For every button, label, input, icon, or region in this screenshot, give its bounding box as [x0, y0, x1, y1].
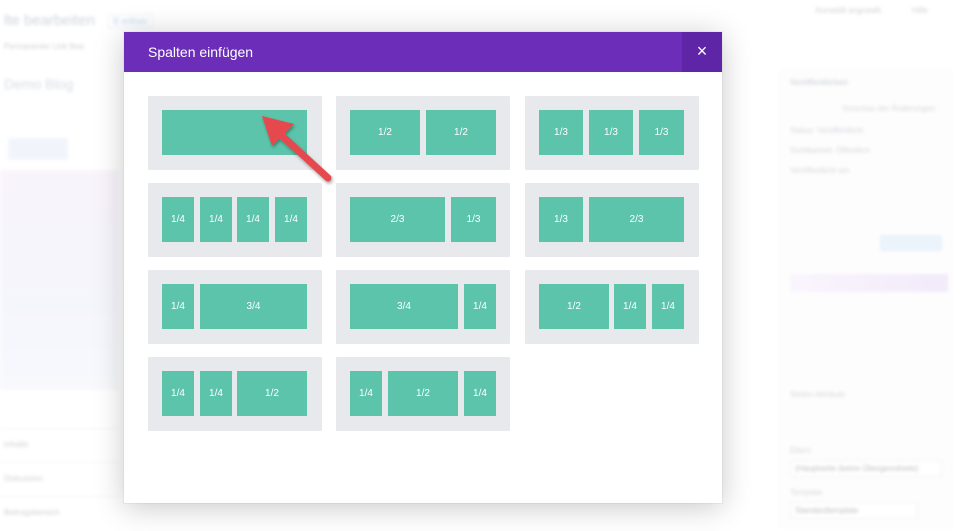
layout-1-4_3-4[interactable]: 1/4 3/4 [148, 270, 322, 344]
layout-2-3_1-3[interactable]: 2/3 1/3 [336, 183, 510, 257]
column-block: 1/2 [350, 110, 420, 155]
column-block: 1/4 [464, 284, 496, 329]
column-block: 1/4 [162, 284, 194, 329]
column-block: 1/4 [652, 284, 684, 329]
layout-1-4_1-4_1-2[interactable]: 1/4 1/4 1/2 [148, 357, 322, 431]
column-block: 1/4 [464, 371, 496, 416]
column-block: 1/4 [350, 371, 382, 416]
layout-1-2_1-2[interactable]: 1/2 1/2 [336, 96, 510, 170]
column-block: 2/3 [350, 197, 445, 242]
column-block: 1/2 [237, 371, 307, 416]
column-block: 1/4 [200, 371, 232, 416]
column-block [162, 110, 307, 155]
column-block: 1/4 [275, 197, 307, 242]
layout-1-col[interactable] [148, 96, 322, 170]
layout-1-2_1-4_1-4[interactable]: 1/2 1/4 1/4 [525, 270, 699, 344]
column-block: 2/3 [589, 197, 684, 242]
layout-1-3_2-3[interactable]: 1/3 2/3 [525, 183, 699, 257]
layout-3-4_1-4[interactable]: 3/4 1/4 [336, 270, 510, 344]
insert-columns-modal: Spalten einfügen × 1/2 1/2 1/3 1/3 1/3 1… [124, 32, 722, 503]
layout-1-3_1-3_1-3[interactable]: 1/3 1/3 1/3 [525, 96, 699, 170]
column-block: 1/3 [451, 197, 496, 242]
column-block: 1/3 [539, 110, 583, 155]
column-block: 1/4 [162, 371, 194, 416]
modal-title: Spalten einfügen [148, 44, 254, 60]
column-block: 1/4 [162, 197, 194, 242]
column-block: 1/3 [539, 197, 583, 242]
close-icon: × [696, 41, 708, 61]
column-block: 1/4 [200, 197, 232, 242]
close-button[interactable]: × [682, 32, 722, 72]
modal-header: Spalten einfügen × [124, 32, 722, 72]
column-block: 1/3 [639, 110, 684, 155]
column-block: 1/2 [426, 110, 496, 155]
layout-1-4x4[interactable]: 1/4 1/4 1/4 1/4 [148, 183, 322, 257]
layout-1-4_1-2_1-4[interactable]: 1/4 1/2 1/4 [336, 357, 510, 431]
column-block: 3/4 [350, 284, 458, 329]
column-block: 1/4 [237, 197, 269, 242]
column-block: 1/2 [539, 284, 609, 329]
column-block: 1/2 [388, 371, 458, 416]
layout-grid: 1/2 1/2 1/3 1/3 1/3 1/4 1/4 1/4 1/4 2/3 … [124, 72, 722, 503]
column-block: 1/4 [614, 284, 646, 329]
column-block: 1/3 [589, 110, 633, 155]
column-block: 3/4 [200, 284, 307, 329]
